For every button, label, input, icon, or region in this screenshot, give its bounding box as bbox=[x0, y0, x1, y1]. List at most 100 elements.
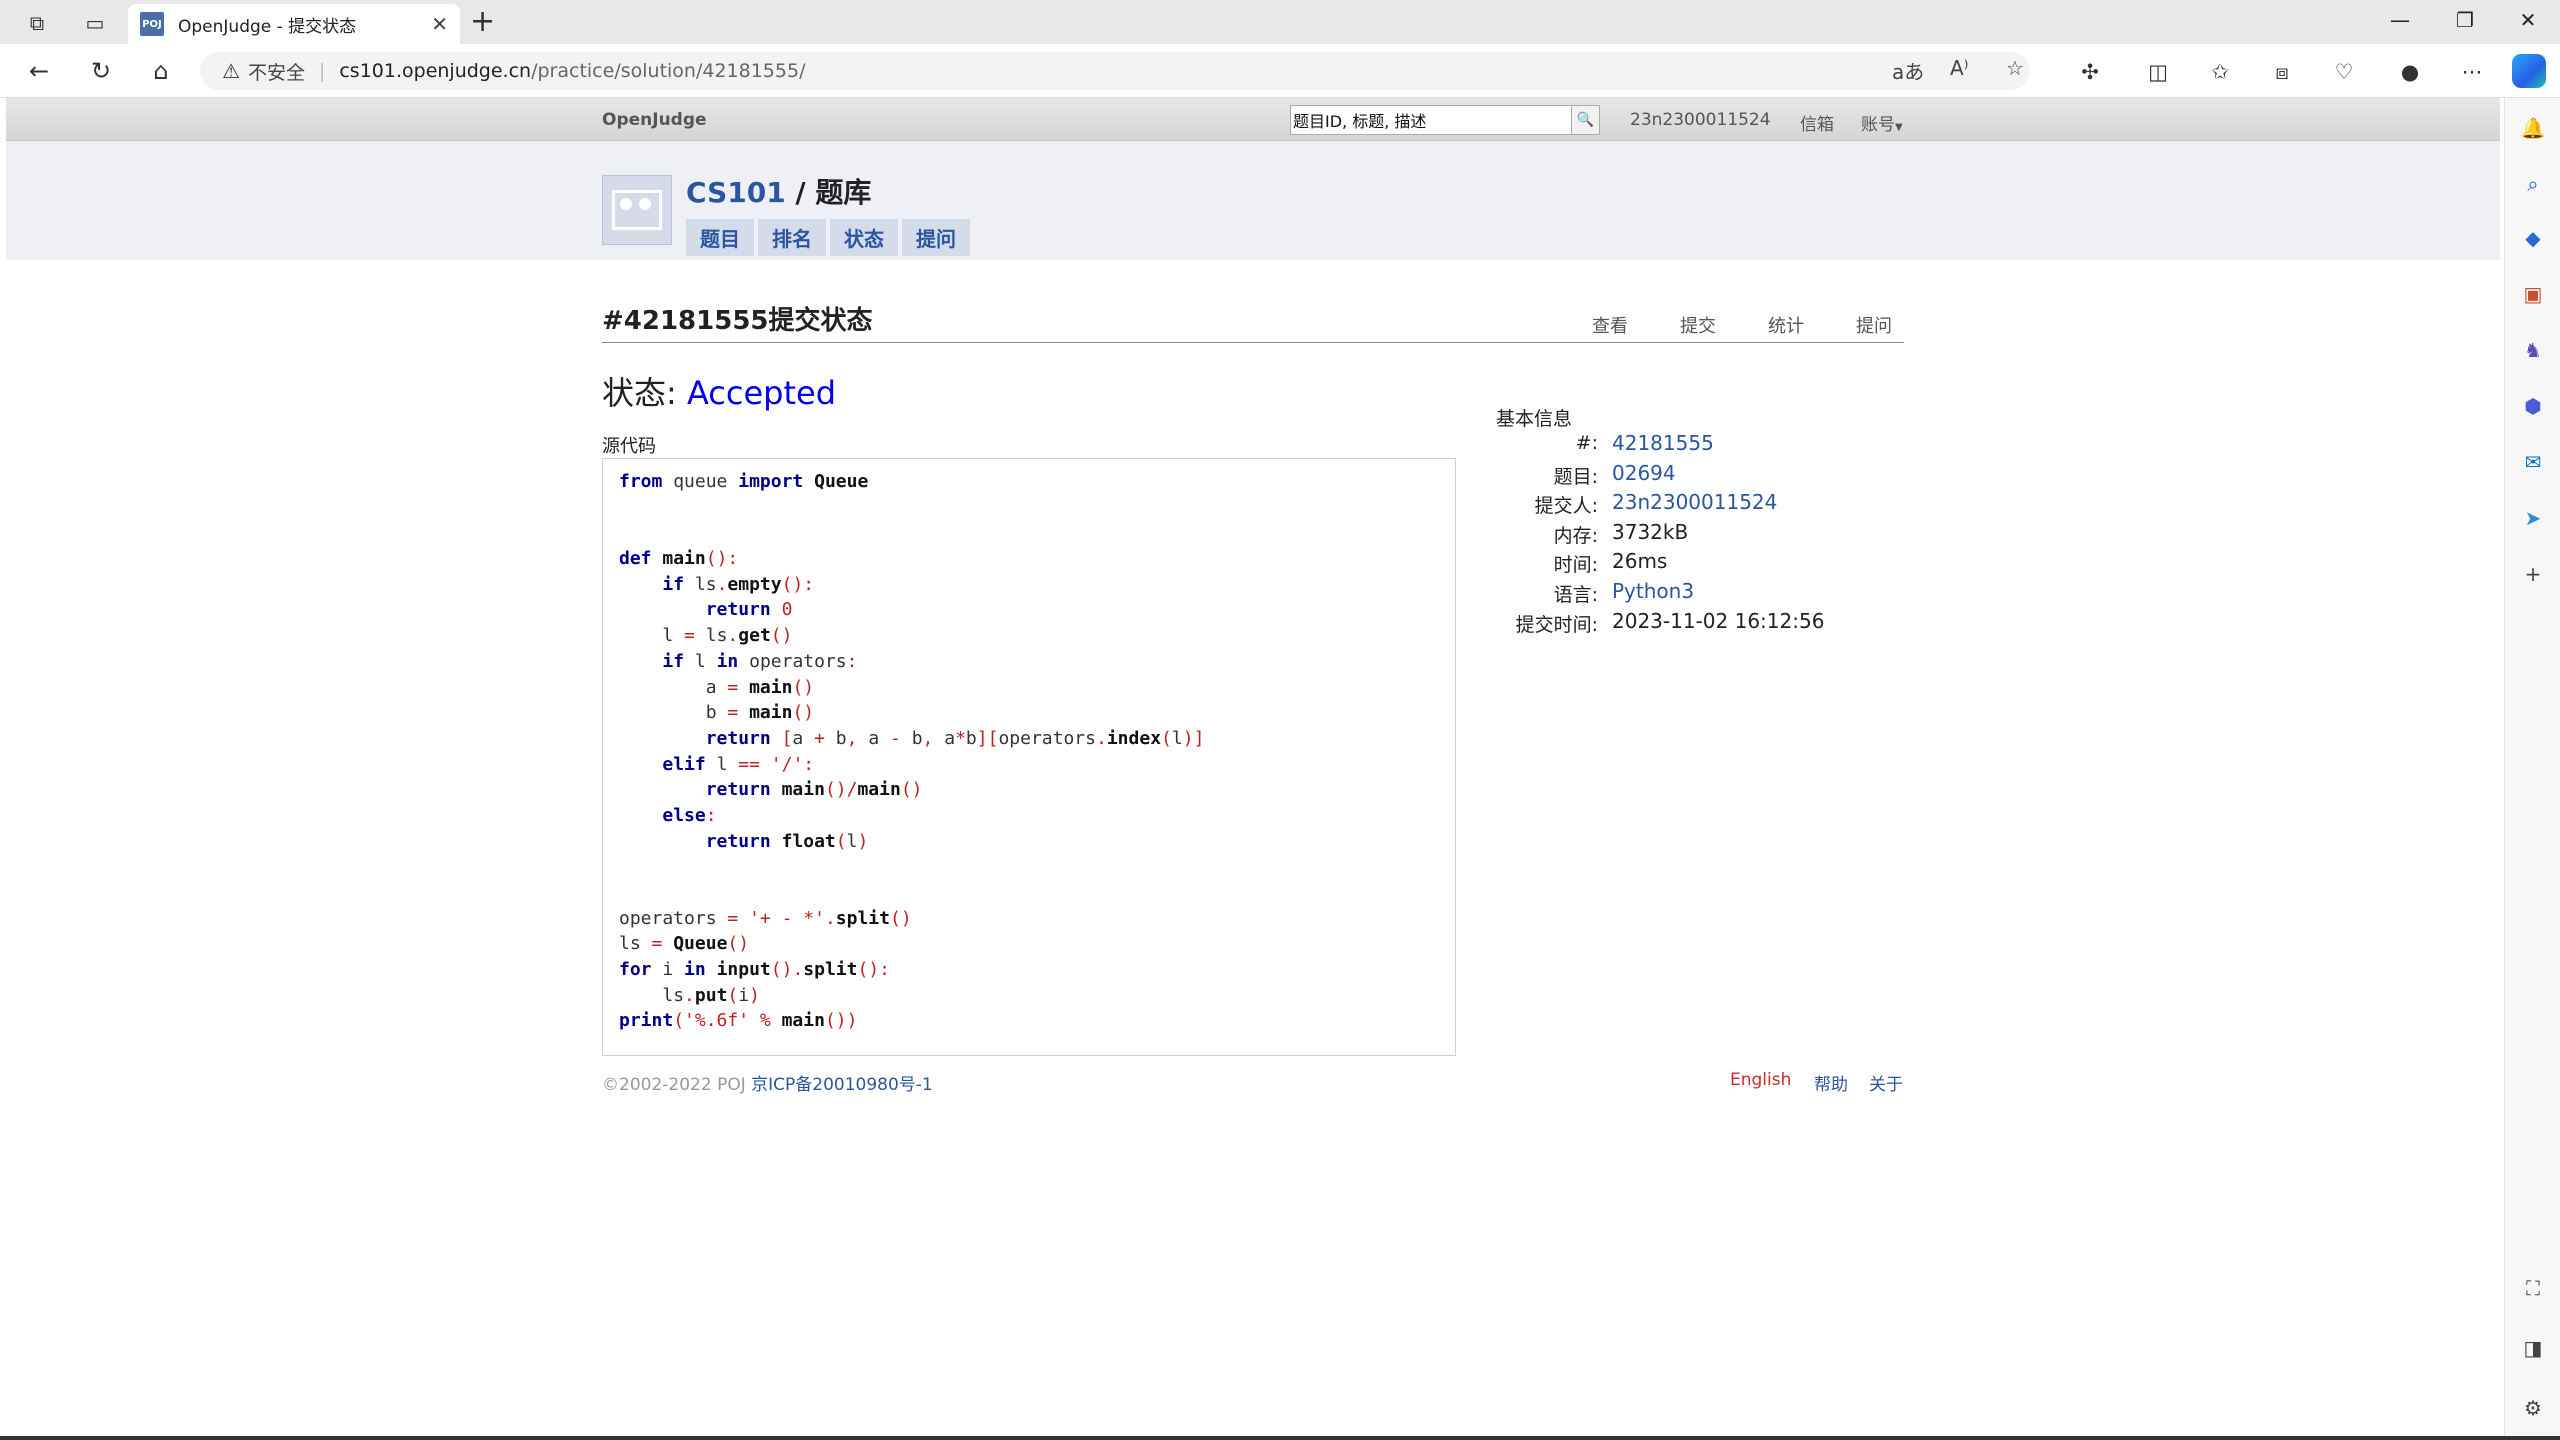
code-line: b = main() bbox=[705, 702, 815, 724]
action-submit[interactable]: 提交 bbox=[1680, 312, 1716, 338]
url-host: cs101.openjudge.cn bbox=[339, 60, 532, 82]
section-name: 题库 bbox=[815, 176, 872, 209]
group-avatar bbox=[602, 175, 672, 245]
code-line: for i in input().split(): bbox=[619, 959, 891, 981]
tools-icon[interactable]: ▣ bbox=[2519, 280, 2547, 308]
site-topbar: OpenJudge 🔍 23n2300011524 信箱 账号▼ bbox=[6, 98, 2500, 141]
code-line: if l in operators: bbox=[662, 650, 858, 672]
status-label: 状态: bbox=[602, 374, 687, 412]
new-tab-icon[interactable]: + bbox=[470, 6, 495, 38]
footer-copyright: ©2002-2022 POJ 京ICP备20010980号-1 bbox=[602, 1070, 933, 1095]
info-value[interactable]: 23n2300011524 bbox=[1612, 490, 1777, 514]
group-link[interactable]: CS101 bbox=[686, 176, 786, 209]
site-brand[interactable]: OpenJudge bbox=[602, 110, 707, 130]
window-close-icon[interactable]: ✕ bbox=[2508, 8, 2548, 32]
favicon-icon: POJ bbox=[140, 12, 164, 36]
send-icon[interactable]: ➤ bbox=[2519, 504, 2547, 532]
screenshot-icon[interactable]: ⛶ bbox=[2519, 1274, 2547, 1302]
tab-ranking[interactable]: 排名 bbox=[758, 219, 826, 256]
info-value: 3732kB bbox=[1612, 519, 1689, 544]
code-line: a = main() bbox=[705, 676, 815, 698]
group-image-icon bbox=[612, 190, 662, 230]
page-viewport: OpenJudge 🔍 23n2300011524 信箱 账号▼ CS101 /… bbox=[0, 98, 2504, 1440]
action-stats[interactable]: 统计 bbox=[1768, 312, 1804, 338]
code-line: print('%.6f' % main()) bbox=[619, 1010, 858, 1032]
site-search-input[interactable] bbox=[1290, 105, 1572, 135]
info-value[interactable]: Python3 bbox=[1612, 579, 1694, 603]
outlook-icon[interactable]: ✉ bbox=[2519, 448, 2547, 476]
code-line: from queue import Queue bbox=[619, 471, 869, 492]
screen-bottom-edge bbox=[0, 1436, 2560, 1440]
translate-icon[interactable]: aあ bbox=[1892, 56, 1924, 85]
search-icon[interactable]: 🔍 bbox=[1572, 105, 1600, 135]
browser-toolbar: ← ↻ ⌂ ⚠ 不安全 | cs101.openjudge.cn/practic… bbox=[0, 44, 2560, 98]
code-line: if ls.empty(): bbox=[662, 573, 815, 595]
tab-status[interactable]: 状态 bbox=[830, 219, 898, 256]
read-aloud-icon[interactable]: A⁾ bbox=[1950, 56, 1969, 80]
minimize-icon[interactable]: — bbox=[2380, 8, 2420, 32]
title-divider bbox=[602, 342, 1904, 343]
copyright-text: ©2002-2022 POJ bbox=[602, 1075, 752, 1095]
info-heading: 基本信息 bbox=[1496, 408, 1573, 430]
code-line: return main()/main() bbox=[705, 779, 923, 801]
browser-tab-active[interactable]: POJ OpenJudge - 提交状态 ✕ bbox=[128, 4, 460, 44]
mailbox-link[interactable]: 信箱 bbox=[1800, 110, 1834, 135]
collections-icon[interactable]: ⧈ bbox=[2266, 56, 2298, 88]
restore-icon[interactable]: ❐ bbox=[2445, 8, 2485, 32]
address-field[interactable]: ⚠ 不安全 | cs101.openjudge.cn/practice/solu… bbox=[200, 52, 2030, 90]
account-menu[interactable]: 账号▼ bbox=[1861, 110, 1903, 135]
favorite-star-icon[interactable]: ☆ bbox=[2006, 56, 2024, 80]
add-sidebar-app-icon[interactable]: + bbox=[2519, 560, 2547, 588]
action-ask[interactable]: 提问 bbox=[1856, 312, 1892, 338]
info-label: #: bbox=[1575, 432, 1598, 454]
info-label: 题目: bbox=[1553, 465, 1598, 488]
tab-questions[interactable]: 提问 bbox=[902, 219, 970, 256]
help-link[interactable]: 帮助 bbox=[1814, 1070, 1848, 1095]
sidebar-settings-icon[interactable]: ⚙ bbox=[2519, 1394, 2547, 1422]
warning-icon: ⚠ bbox=[222, 59, 240, 83]
page-title: #42181555提交状态 bbox=[602, 306, 873, 336]
games-icon[interactable]: ♞ bbox=[2519, 336, 2547, 364]
home-icon[interactable]: ⌂ bbox=[144, 54, 178, 88]
shopping-tag-icon[interactable]: ◆ bbox=[2519, 224, 2547, 252]
submission-status: 状态: Accepted bbox=[602, 368, 836, 414]
hide-sidebar-icon[interactable]: ◨ bbox=[2519, 1334, 2547, 1362]
back-icon[interactable]: ← bbox=[22, 54, 56, 88]
split-screen-icon[interactable]: ◫ bbox=[2142, 56, 2174, 88]
tab-problems[interactable]: 题目 bbox=[686, 219, 754, 256]
profile-icon[interactable]: ● bbox=[2394, 56, 2426, 88]
action-view[interactable]: 查看 bbox=[1592, 312, 1628, 338]
breadcrumb: CS101 / 题库 bbox=[686, 171, 871, 211]
status-value: Accepted bbox=[686, 374, 837, 412]
favorites-icon[interactable]: ✩ bbox=[2204, 56, 2236, 88]
notification-bell-icon[interactable]: 🔔 bbox=[2519, 114, 2547, 142]
source-code-block[interactable]: from queue import Queue def main(): if ls… bbox=[602, 458, 1456, 1056]
username-link[interactable]: 23n2300011524 bbox=[1630, 110, 1771, 130]
workspaces-icon[interactable]: ⧉ bbox=[22, 8, 52, 38]
english-link[interactable]: English bbox=[1730, 1070, 1791, 1090]
extensions-icon[interactable]: ✣ bbox=[2074, 56, 2106, 88]
code-line: else: bbox=[662, 804, 717, 826]
reload-icon[interactable]: ↻ bbox=[84, 54, 118, 88]
tab-close-icon[interactable]: ✕ bbox=[431, 12, 448, 36]
about-link[interactable]: 关于 bbox=[1869, 1070, 1903, 1095]
microsoft365-icon[interactable]: ⬢ bbox=[2519, 392, 2547, 420]
icp-link[interactable]: 京ICP备20010980号-1 bbox=[751, 1075, 933, 1095]
chevron-down-icon: ▼ bbox=[1895, 122, 1903, 133]
code-line: l = ls.get() bbox=[662, 625, 793, 647]
source-code-label: 源代码 bbox=[602, 436, 656, 457]
more-menu-icon[interactable]: ⋯ bbox=[2456, 56, 2488, 88]
tab-actions-icon[interactable]: ▭ bbox=[80, 8, 110, 38]
code-line: ls = Queue() bbox=[619, 933, 750, 955]
browser-essentials-icon[interactable]: ♡ bbox=[2328, 56, 2360, 88]
group-banner: CS101 / 题库 题目 排名 状态 提问 bbox=[6, 141, 2500, 260]
info-label: 提交人: bbox=[1534, 495, 1598, 518]
sidebar-search-icon[interactable]: ⌕ bbox=[2519, 170, 2547, 198]
info-value[interactable]: 42181555 bbox=[1612, 431, 1714, 455]
url-separator: | bbox=[318, 60, 326, 82]
info-value[interactable]: 02694 bbox=[1612, 461, 1676, 485]
tab-title: OpenJudge - 提交状态 bbox=[178, 16, 357, 37]
copilot-icon[interactable] bbox=[2512, 54, 2546, 88]
